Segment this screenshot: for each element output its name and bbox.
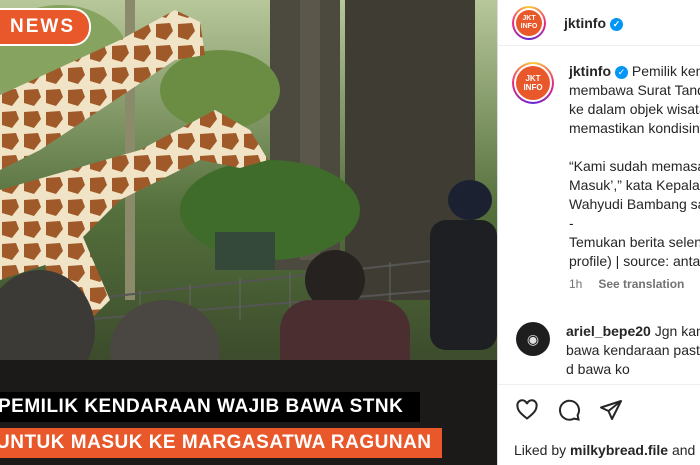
caption-line: membawa Surat Tanda Nomor — [569, 82, 700, 98]
verified-badge-icon: ✓ — [615, 66, 628, 79]
comment-username[interactable]: ariel_bepe20 — [566, 323, 651, 339]
likes-suffix: and — [671, 442, 696, 458]
caption-line: Temukan berita selengkapnya — [569, 234, 700, 250]
post-time[interactable]: 1h — [569, 277, 582, 291]
header-username-text[interactable]: jktinfo — [564, 15, 606, 31]
post-image[interactable]: NEWS PEMILIK KENDARAAN WAJIB BAWA STNK U… — [0, 0, 497, 465]
post-caption: JKT INFO jktinfo ✓ Pemilik kendaraan waji… — [512, 62, 700, 294]
comment-line: bawa kendaraan pasti — [566, 342, 700, 358]
caption-line: - — [569, 215, 574, 231]
comments-panel: JKT INFO jktinfo ✓ JKT INFO jktinfo ✓ Pemi… — [497, 0, 700, 465]
likes-prefix: Liked by — [514, 442, 567, 458]
caption-line: Masuk’,” kata Kepala — [569, 177, 700, 193]
comment-line: d bawa ko — [566, 361, 630, 377]
comment-line: Jgn kan — [654, 323, 700, 339]
liked-by-user[interactable]: milkybread.file — [570, 442, 668, 458]
avatar-logo: JKT INFO — [516, 66, 550, 100]
avatar-logo: JKT INFO — [516, 9, 542, 36]
headline-line-1: PEMILIK KENDARAAN WAJIB BAWA STNK — [0, 392, 420, 422]
headline-line-2: UNTUK MASUK KE MARGASATWA RAGUNAN — [0, 428, 442, 458]
heart-icon[interactable] — [514, 397, 540, 423]
caption-line: ke dalam objek wisata — [569, 101, 700, 117]
caption-line: Wahyudi Bambang saat — [569, 196, 700, 212]
commenter-avatar[interactable]: ◉ — [516, 322, 550, 356]
caption-line: profile) | source: antaranews — [569, 253, 700, 269]
likes-summary: Liked by milkybread.file and — [514, 442, 695, 458]
header-username[interactable]: jktinfo ✓ — [564, 15, 623, 31]
caption-line: “Kami sudah memasang — [569, 158, 700, 174]
verified-badge-icon: ✓ — [610, 17, 623, 31]
caption-username[interactable]: jktinfo — [569, 63, 611, 79]
comment-icon[interactable] — [556, 397, 582, 423]
comment-item: ◉ ariel_bepe20 Jgn kan bawa kendaraan pa… — [512, 322, 700, 379]
post-header: JKT INFO jktinfo ✓ — [498, 0, 700, 46]
post-actions — [498, 384, 700, 434]
caption-line: memastikan kondisinya — [569, 120, 700, 136]
profile-avatar[interactable]: JKT INFO — [512, 5, 546, 40]
see-translation-link[interactable]: See translation — [598, 277, 684, 291]
share-icon[interactable] — [598, 397, 624, 423]
caption-line: Pemilik kendaraan wajib — [631, 63, 700, 79]
news-badge: NEWS — [0, 8, 91, 46]
caption-avatar[interactable]: JKT INFO — [512, 62, 554, 104]
